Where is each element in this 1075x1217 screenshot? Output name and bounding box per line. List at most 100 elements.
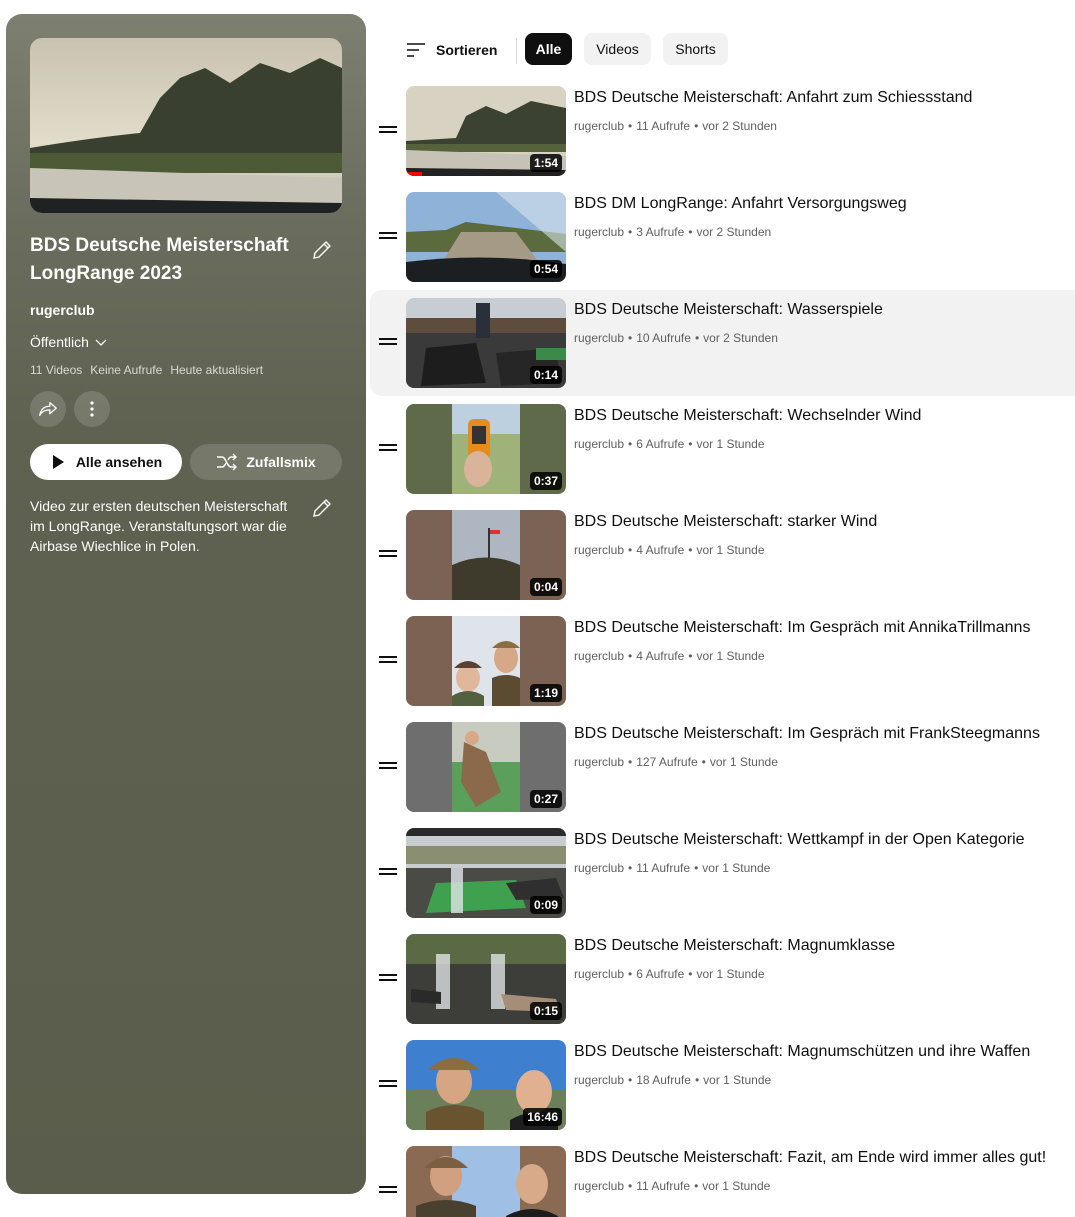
drag-handle-icon[interactable] [379,444,397,452]
channel-name[interactable]: rugerclub [574,436,624,452]
drag-handle-icon[interactable] [379,126,397,134]
chip-videos[interactable]: Videos [584,33,651,65]
video-thumbnail[interactable]: 0:54 [406,192,566,282]
channel-name[interactable]: rugerclub [574,754,624,770]
playlist-thumbnail-image [30,38,342,213]
channel-name[interactable]: rugerclub [574,542,624,558]
video-row[interactable]: 0:09 BDS Deutsche Meisterschaft: Wettkam… [370,820,1075,926]
view-count: 11 Aufrufe [636,119,691,133]
drag-handle-icon[interactable] [379,868,397,876]
video-title[interactable]: BDS Deutsche Meisterschaft: Magnumschütz… [574,1042,1030,1062]
drag-handle-icon[interactable] [379,1080,397,1088]
video-meta: rugerclub • 3 Aufrufe • vor 2 Stunden [574,224,771,240]
drag-handle-icon[interactable] [379,974,397,982]
video-thumbnail[interactable]: 16:46 [406,1040,566,1130]
drag-handle-icon[interactable] [379,762,397,770]
channel-name[interactable]: rugerclub [574,860,624,876]
playlist-owner[interactable]: rugerclub [30,302,95,318]
drag-handle-icon[interactable] [379,1186,397,1194]
shuffle-label: Zufallsmix [246,454,316,470]
pencil-icon [313,499,331,517]
drag-handle-icon[interactable] [379,338,397,346]
meta-dot: • [694,1073,700,1087]
edit-description-button[interactable] [310,496,334,520]
upload-age: vor 1 Stunde [696,649,765,663]
video-row[interactable]: 1:19 BDS Deutsche Meisterschaft: Im Gesp… [370,608,1075,714]
playlist-stats: 11 Videos Keine Aufrufe Heute aktualisie… [30,363,263,377]
share-icon [39,401,57,417]
upload-age: vor 1 Stunde [709,755,778,769]
video-meta: rugerclub • 6 Aufrufe • vor 1 Stunde [574,436,765,452]
shuffle-button[interactable]: Zufallsmix [190,444,342,480]
video-thumbnail[interactable]: 0:04 [406,510,566,600]
video-row[interactable]: 16:46 BDS Deutsche Meisterschaft: Magnum… [370,1032,1075,1138]
video-thumbnail[interactable]: 0:14 [406,298,566,388]
meta-dot: • [628,1179,633,1193]
meta-dot: • [628,331,633,345]
video-thumbnail[interactable]: 0:15 [406,934,566,1024]
view-count: Keine Aufrufe [90,363,163,377]
channel-name[interactable]: rugerclub [574,966,624,982]
video-title[interactable]: BDS Deutsche Meisterschaft: Wasserspiele [574,300,883,320]
drag-handle-icon[interactable] [379,550,397,558]
drag-handle-icon[interactable] [379,232,397,240]
duration-badge: 0:27 [529,790,562,808]
channel-name[interactable]: rugerclub [574,648,624,664]
video-meta: rugerclub • 4 Aufrufe • vor 1 Stunde [574,648,765,664]
video-title[interactable]: BDS Deutsche Meisterschaft: Wettkampf in… [574,830,1025,850]
video-row[interactable]: 0:37 BDS Deutsche Meisterschaft: Wechsel… [370,396,1075,502]
sort-button[interactable]: Sortieren [406,36,497,64]
meta-dot: • [688,967,693,981]
playlist-video-list: 1:54 BDS Deutsche Meisterschaft: Anfahrt… [370,78,1075,1217]
watch-progress [406,172,422,176]
channel-name[interactable]: rugerclub [574,118,624,134]
edit-title-button[interactable] [310,238,334,262]
video-thumbnail[interactable]: 0:37 [406,404,566,494]
more-actions-button[interactable] [74,391,110,427]
video-title[interactable]: BDS Deutsche Meisterschaft: Im Gespräch … [574,618,1030,638]
video-row[interactable]: 0:54 BDS DM LongRange: Anfahrt Versorgun… [370,184,1075,290]
video-thumbnail[interactable]: 0:27 [406,722,566,812]
video-thumbnail[interactable]: 1:54 [406,86,566,176]
meta-dot: • [688,543,693,557]
video-title[interactable]: BDS Deutsche Meisterschaft: Wechselnder … [574,406,921,426]
meta-dot: • [694,331,700,345]
video-title[interactable]: BDS DM LongRange: Anfahrt Versorgungsweg [574,194,907,214]
video-row[interactable]: BDS Deutsche Meisterschaft: Fazit, am En… [370,1138,1075,1217]
video-row[interactable]: 0:15 BDS Deutsche Meisterschaft: Magnumk… [370,926,1075,1032]
video-row[interactable]: 0:14 BDS Deutsche Meisterschaft: Wassers… [370,290,1075,396]
playlist-thumbnail[interactable] [30,38,342,213]
duration-badge: 1:54 [529,154,562,172]
updated-info: Heute aktualisiert [170,363,264,377]
video-title[interactable]: BDS Deutsche Meisterschaft: Fazit, am En… [574,1148,1046,1168]
upload-age: vor 1 Stunde [702,861,771,875]
video-thumbnail[interactable]: 1:19 [406,616,566,706]
upload-age: vor 2 Stunden [702,119,777,133]
video-thumbnail[interactable]: 0:09 [406,828,566,918]
thumbnail-image [406,1146,566,1217]
video-title[interactable]: BDS Deutsche Meisterschaft: starker Wind [574,512,877,532]
channel-name[interactable]: rugerclub [574,1072,624,1088]
play-all-button[interactable]: Alle ansehen [30,444,182,480]
duration-badge: 1:19 [529,684,562,702]
share-button[interactable] [30,391,66,427]
video-row[interactable]: 0:27 BDS Deutsche Meisterschaft: Im Gesp… [370,714,1075,820]
view-count: 3 Aufrufe [636,225,685,239]
video-row[interactable]: 0:04 BDS Deutsche Meisterschaft: starker… [370,502,1075,608]
drag-handle-icon[interactable] [379,656,397,664]
toolbar-divider [516,38,517,64]
video-thumbnail[interactable] [406,1146,566,1217]
upload-age: vor 1 Stunde [696,437,765,451]
video-meta: rugerclub • 10 Aufrufe • vor 2 Stunden [574,330,778,346]
channel-name[interactable]: rugerclub [574,224,624,240]
video-title[interactable]: BDS Deutsche Meisterschaft: Magnumklasse [574,936,895,956]
chip-shorts[interactable]: Shorts [663,33,728,65]
video-title[interactable]: BDS Deutsche Meisterschaft: Anfahrt zum … [574,88,972,108]
chip-all[interactable]: Alle [525,33,572,65]
video-title[interactable]: BDS Deutsche Meisterschaft: Im Gespräch … [574,724,1040,744]
video-count: 11 Videos [30,363,83,377]
privacy-dropdown[interactable]: Öffentlich [30,334,109,350]
video-row[interactable]: 1:54 BDS Deutsche Meisterschaft: Anfahrt… [370,78,1075,184]
channel-name[interactable]: rugerclub [574,1178,624,1194]
channel-name[interactable]: rugerclub [574,330,624,346]
